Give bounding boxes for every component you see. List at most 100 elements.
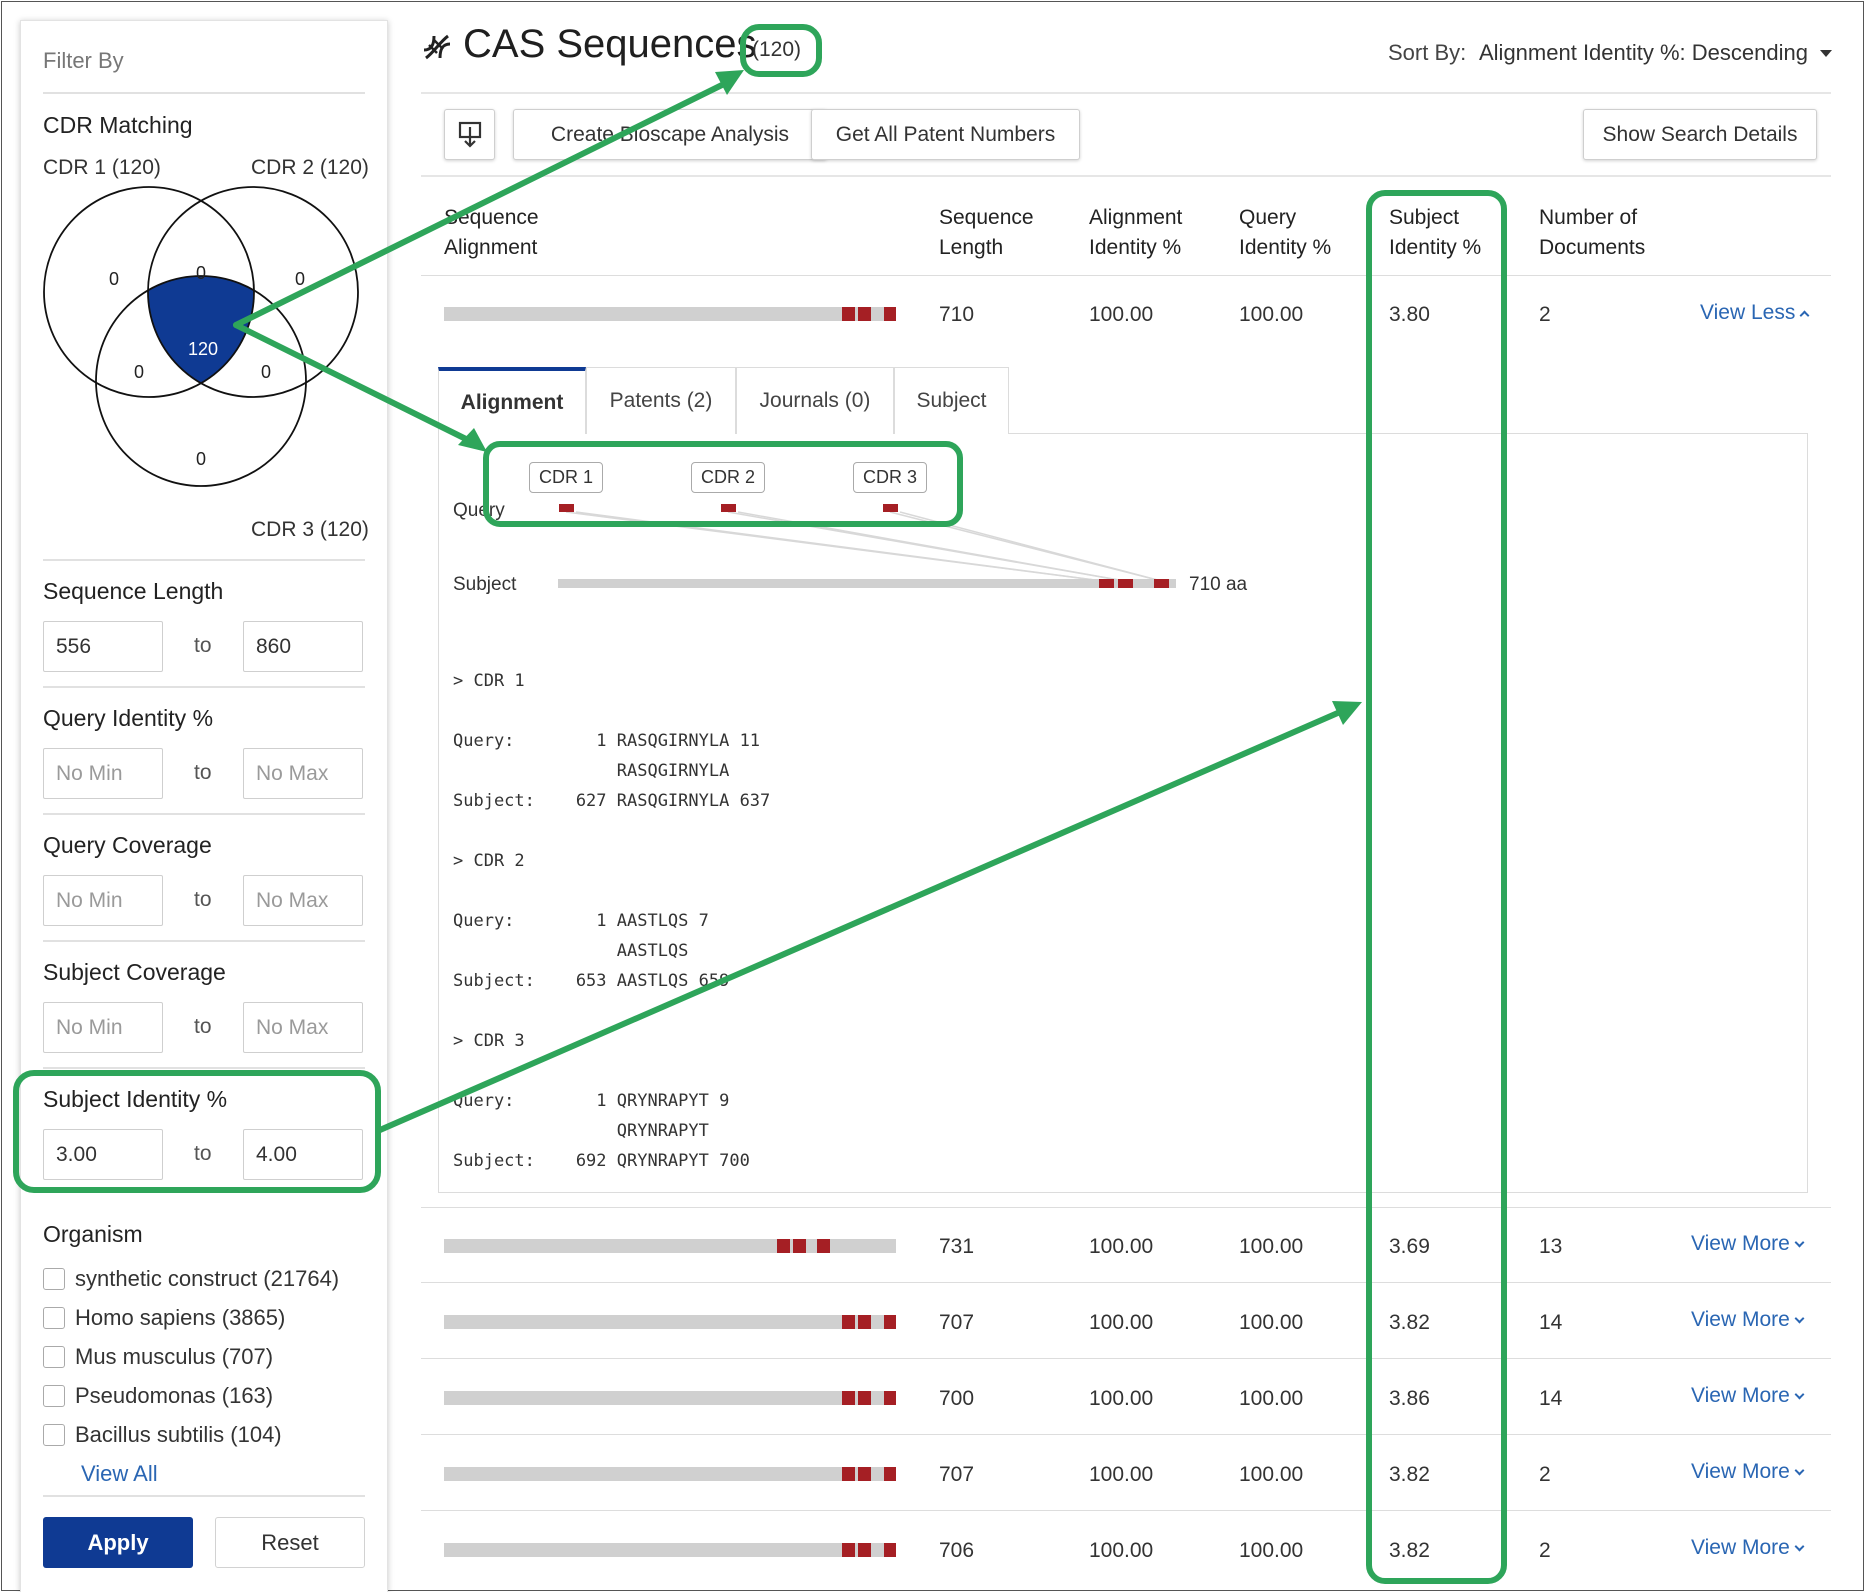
sequence-length-cell: 731 — [939, 1235, 975, 1258]
column-header-documents[interactable]: Number of Documents — [1539, 203, 1645, 263]
subject-identity-min-input[interactable]: 3.00 — [43, 1129, 163, 1180]
header-line: Alignment — [444, 236, 538, 259]
view-less-label: View Less — [1700, 301, 1796, 324]
subject-track-bar — [558, 579, 1176, 588]
checkbox[interactable] — [43, 1346, 65, 1368]
cdr-venn-diagram[interactable]: 0 0 0 120 0 0 0 — [43, 181, 373, 521]
organism-option[interactable]: Bacillus subtilis (104) — [43, 1422, 282, 1448]
checkbox[interactable] — [43, 1268, 65, 1290]
chevron-down-icon — [1794, 1313, 1805, 1323]
subject-identity-max-input[interactable]: 4.00 — [243, 1129, 363, 1180]
documents-cell: 14 — [1539, 1311, 1563, 1334]
header-line: Documents — [1539, 236, 1646, 259]
show-search-details-button[interactable]: Show Search Details — [1583, 109, 1817, 160]
tab-patents[interactable]: Patents (2) — [586, 367, 736, 434]
divider — [421, 1434, 1831, 1435]
cdr1-pill[interactable]: CDR 1 — [529, 462, 603, 493]
organism-option[interactable]: Pseudomonas (163) — [43, 1383, 273, 1409]
header-line: Alignment — [1089, 206, 1183, 229]
venn-count-only2: 0 — [295, 269, 305, 289]
venn-count-13: 0 — [134, 362, 144, 382]
view-more-link[interactable]: View More — [1691, 1232, 1805, 1256]
documents-cell: 2 — [1539, 1539, 1551, 1562]
alignment-bar — [444, 1315, 896, 1329]
venn-count-23: 0 — [261, 362, 271, 382]
organism-option[interactable]: Mus musculus (707) — [43, 1344, 273, 1370]
divider — [43, 1067, 365, 1069]
checkbox[interactable] — [43, 1385, 65, 1407]
create-analysis-button[interactable]: Create Bioscape Analysis — [513, 109, 827, 160]
column-header-alignment[interactable]: Sequence Alignment — [444, 203, 539, 263]
documents-cell: 14 — [1539, 1387, 1563, 1410]
dna-icon — [423, 34, 451, 60]
reset-button[interactable]: Reset — [215, 1517, 365, 1568]
download-icon — [458, 121, 481, 148]
sort-dropdown[interactable]: Alignment Identity %: Descending — [1479, 40, 1808, 66]
cdr3-pill[interactable]: CDR 3 — [853, 462, 927, 493]
tab-subject[interactable]: Subject — [894, 367, 1009, 434]
organism-option-label: Mus musculus (707) — [75, 1344, 274, 1369]
column-header-query-identity[interactable]: Query Identity % — [1239, 203, 1331, 263]
header-line: Sequence — [444, 206, 539, 229]
checkbox[interactable] — [43, 1424, 65, 1446]
organism-option[interactable]: Homo sapiens (3865) — [43, 1305, 285, 1331]
sequence-length-max-input[interactable]: 860 — [243, 621, 363, 672]
query-coverage-max-input[interactable]: No Max — [243, 875, 363, 926]
cdr2-pill[interactable]: CDR 2 — [691, 462, 765, 493]
header-line: Identity % — [1389, 236, 1482, 259]
query-cdr3-mark — [883, 504, 898, 512]
chevron-down-icon — [1794, 1465, 1805, 1475]
view-more-link[interactable]: View More — [1691, 1460, 1805, 1484]
organism-option-label: Homo sapiens (3865) — [75, 1305, 286, 1330]
tab-journals[interactable]: Journals (0) — [736, 367, 894, 434]
subject-coverage-min-input[interactable]: No Min — [43, 1002, 163, 1053]
header-line: Identity % — [1089, 236, 1182, 259]
subject-identity-cell: 3.82 — [1389, 1463, 1430, 1486]
header-line: Sequence — [939, 206, 1034, 229]
download-button[interactable] — [444, 109, 495, 160]
query-identity-cell: 100.00 — [1239, 1311, 1304, 1334]
chevron-up-icon — [1799, 310, 1810, 320]
query-identity-min-input[interactable]: No Min — [43, 748, 163, 799]
range-to-label: to — [194, 634, 212, 657]
cdr2-query-line: Query: 1 AASTLQS 7 — [453, 911, 709, 931]
divider — [43, 92, 365, 94]
divider — [43, 940, 365, 942]
chevron-down-icon[interactable] — [1820, 50, 1832, 57]
query-cdr2-mark — [721, 504, 736, 512]
view-more-link[interactable]: View More — [1691, 1384, 1805, 1408]
tab-alignment[interactable]: Alignment — [438, 367, 586, 434]
query-coverage-min-input[interactable]: No Min — [43, 875, 163, 926]
query-identity-cell: 100.00 — [1239, 1387, 1304, 1410]
divider — [421, 175, 1831, 177]
view-more-link[interactable]: View More — [1691, 1536, 1805, 1560]
view-more-link[interactable]: View More — [1691, 1308, 1805, 1332]
get-patent-numbers-button[interactable]: Get All Patent Numbers — [811, 109, 1080, 160]
range-to-label: to — [194, 761, 212, 784]
view-less-link[interactable]: View Less — [1700, 301, 1810, 325]
alignment-identity-cell: 100.00 — [1089, 1311, 1154, 1334]
subject-identity-cell: 3.80 — [1389, 303, 1430, 326]
cdr3-block-header: > CDR 3 — [453, 1031, 525, 1051]
header-line: Length — [939, 236, 1004, 259]
query-identity-max-input[interactable]: No Max — [243, 748, 363, 799]
cdr1-subject-line: Subject: 627 RASQGIRNYLA 637 — [453, 791, 771, 811]
cdr3-subject-line: Subject: 692 QRYNRAPYT 700 — [453, 1151, 750, 1171]
column-header-alignment-identity[interactable]: Alignment Identity % — [1089, 203, 1182, 263]
column-header-subject-identity[interactable]: Subject Identity % — [1389, 203, 1481, 263]
alignment-diagram — [558, 504, 1176, 588]
checkbox[interactable] — [43, 1307, 65, 1329]
organism-option[interactable]: synthetic construct (21764) — [43, 1266, 339, 1292]
divider — [43, 1495, 365, 1497]
subject-coverage-max-input[interactable]: No Max — [243, 1002, 363, 1053]
organism-view-all-link[interactable]: View All — [81, 1461, 158, 1487]
range-to-label: to — [194, 1142, 212, 1165]
chevron-down-icon — [1794, 1541, 1805, 1551]
alignment-bar — [444, 1391, 896, 1405]
apply-button[interactable]: Apply — [43, 1517, 193, 1568]
divider — [421, 275, 1831, 276]
sequence-length-min-input[interactable]: 556 — [43, 621, 163, 672]
header-line: Number of — [1539, 206, 1638, 229]
alignment-identity-cell: 100.00 — [1089, 303, 1154, 326]
column-header-length[interactable]: Sequence Length — [939, 203, 1034, 263]
